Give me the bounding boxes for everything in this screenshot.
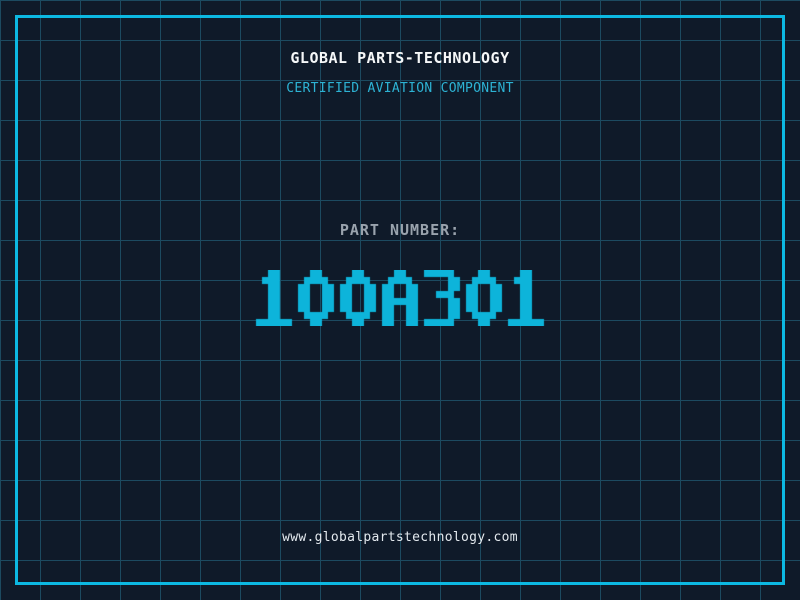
part-certificate-page: GLOBAL PARTS-TECHNOLOGY CERTIFIED AVIATI… [0,0,800,600]
company-title: GLOBAL PARTS-TECHNOLOGY [290,49,510,67]
website-url: www.globalpartstechnology.com [282,530,518,545]
certification-subtitle: CERTIFIED AVIATION COMPONENT [286,81,514,96]
part-number-display [230,270,570,326]
part-number-label: PART NUMBER: [339,221,461,239]
